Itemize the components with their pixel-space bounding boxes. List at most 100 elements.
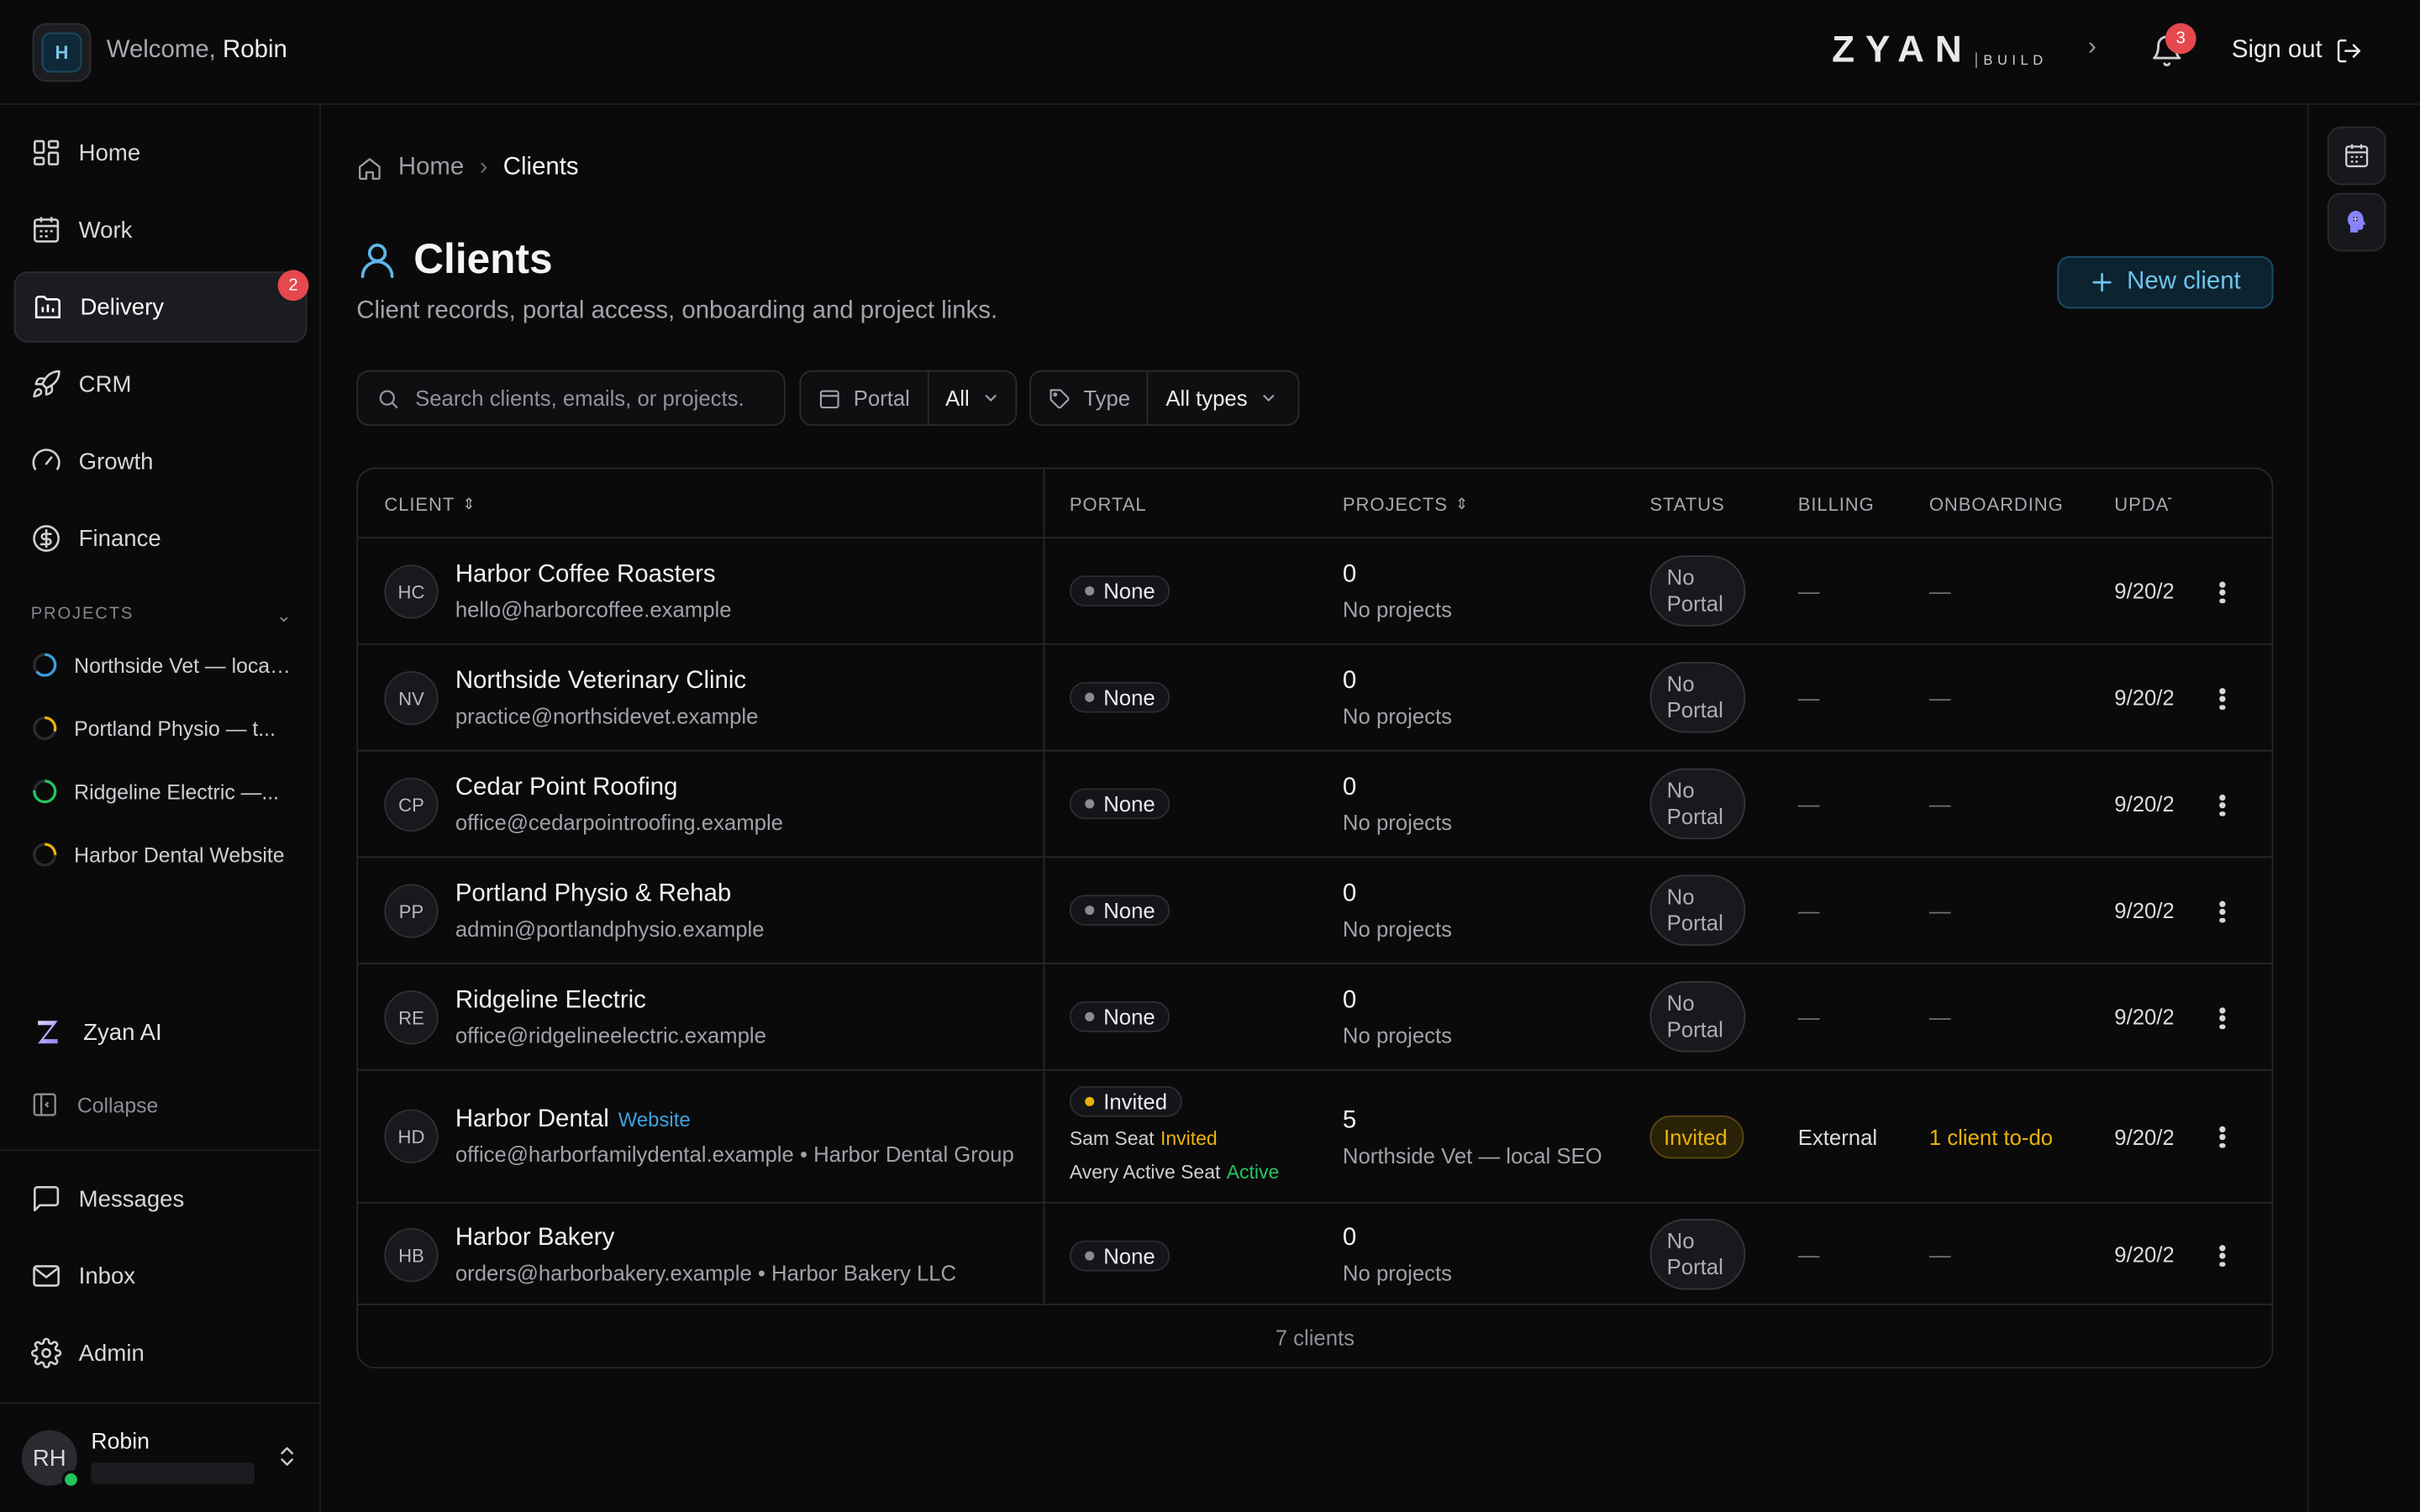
project-summary: No projects: [1342, 810, 1452, 835]
updated-date: 9/20/25: [2114, 1004, 2173, 1030]
billing-value: —: [1797, 578, 1820, 604]
table-row[interactable]: RE Ridgeline Electric office@ridgelineel…: [358, 964, 2272, 1071]
table-row[interactable]: PP Portland Physio & Rehab admin@portlan…: [358, 858, 2272, 964]
column-header-client[interactable]: CLIENT ⇕: [384, 494, 476, 516]
client-name[interactable]: Harbor Coffee Roasters: [455, 562, 716, 590]
ai-assistant-button[interactable]: [2327, 192, 2386, 252]
project-summary: No projects: [1342, 1260, 1452, 1285]
client-name[interactable]: Harbor Dental: [455, 1106, 609, 1132]
client-name[interactable]: Harbor Bakery: [455, 1225, 614, 1252]
status-text-line-2: Portal: [1666, 591, 1723, 616]
sidebar-project-item[interactable]: Northside Vet — local SEO: [31, 642, 293, 688]
table-row[interactable]: HD Harbor Dental Website office@harborfam…: [358, 1071, 2272, 1204]
portal-filter-label-group: Portal: [801, 371, 929, 425]
sidebar-item-crm[interactable]: CRM: [14, 349, 308, 419]
sidebar: Home Work Delivery 2 CRM Growth Finance …: [0, 104, 322, 1512]
column-header-label: PROJECTS: [1342, 493, 1448, 516]
row-actions-kebab-icon[interactable]: [2215, 791, 2230, 819]
column-header-status: STATUS: [1649, 494, 1724, 516]
sidebar-item-finance[interactable]: Finance: [14, 503, 308, 574]
logo-sub-text: BUILD: [1975, 52, 2047, 68]
project-count: 5: [1342, 1107, 1357, 1134]
sidebar-project-item[interactable]: Ridgeline Electric —...: [31, 769, 293, 815]
notification-count-badge: 3: [2165, 23, 2196, 55]
breadcrumb-home-link[interactable]: Home: [398, 155, 464, 182]
client-email: orders@harborbakery.example • Harbor Bak…: [455, 1260, 957, 1285]
zyan-ai-button[interactable]: Zyan AI: [31, 1016, 162, 1049]
collapse-label: Collapse: [76, 1093, 159, 1116]
workspace-switcher[interactable]: H: [32, 23, 92, 82]
table-row[interactable]: NV Northside Veterinary Clinic practice@…: [358, 645, 2272, 752]
sign-out-button[interactable]: Sign out: [2232, 37, 2363, 65]
column-header-onboarding: ONBOARDING: [1929, 494, 2064, 516]
clients-table: CLIENT ⇕ PORTAL PROJECTS ⇕ STATUS BILLING …: [356, 467, 2274, 1369]
project-count: 0: [1342, 987, 1357, 1014]
user-menu[interactable]: RH Robin: [21, 1422, 300, 1493]
sidebar-item-delivery[interactable]: Delivery 2: [13, 270, 309, 343]
portal-status-text: None: [1103, 791, 1155, 816]
status-text-line-1: No: [1666, 1228, 1695, 1253]
new-client-label: New client: [2127, 268, 2241, 295]
sidebar-project-item[interactable]: Harbor Dental Website: [31, 832, 293, 878]
row-actions-kebab-icon[interactable]: [2215, 1242, 2230, 1270]
sidebar-item-inbox[interactable]: Inbox: [14, 1241, 308, 1311]
type-filter-value: All types: [1165, 386, 1248, 411]
row-actions-kebab-icon[interactable]: [2215, 1005, 2230, 1032]
search-field[interactable]: [356, 370, 786, 426]
chevron-right-icon[interactable]: ›: [2088, 34, 2096, 61]
calendar-shortcut-button[interactable]: [2327, 126, 2386, 186]
chevron-down-icon[interactable]: ⌄: [276, 605, 293, 627]
client-email: office@ridgelineelectric.example: [455, 1022, 766, 1048]
type-filter-label: Type: [1083, 386, 1131, 411]
chevron-up-down-icon[interactable]: [275, 1444, 299, 1473]
app-root: H Welcome, Robin ZYAN BUILD › 3 Sign out…: [0, 0, 2420, 1512]
zyan-logo-icon: [38, 1021, 58, 1044]
table-row[interactable]: HC Harbor Coffee Roasters hello@harborco…: [358, 538, 2272, 645]
projects-section-header[interactable]: PROJECTS ⌄: [31, 605, 293, 627]
table-row[interactable]: CP Cedar Point Roofing office@cedarpoint…: [358, 751, 2272, 858]
sidebar-project-item[interactable]: Portland Physio — t...: [31, 705, 293, 751]
billing-value: —: [1797, 1004, 1820, 1030]
client-name[interactable]: Ridgeline Electric: [455, 987, 646, 1015]
projects-heading: PROJECTS: [30, 604, 134, 624]
sidebar-item-label: CRM: [78, 370, 132, 397]
sidebar-item-label: Delivery: [80, 293, 165, 321]
row-actions-kebab-icon[interactable]: [2215, 685, 2230, 712]
project-summary[interactable]: Northside Vet — local SEO: [1343, 1143, 1602, 1168]
sidebar-item-work[interactable]: Work: [14, 194, 308, 265]
brand-logo[interactable]: ZYAN BUILD: [1832, 30, 2048, 71]
search-input[interactable]: [415, 386, 771, 411]
client-name[interactable]: Cedar Point Roofing: [455, 774, 678, 802]
onboarding-value: —: [1928, 791, 1951, 816]
project-summary: No projects: [1342, 1022, 1452, 1048]
calendar-icon: [2345, 144, 2369, 168]
portal-filter-select[interactable]: All: [929, 386, 1018, 411]
collapse-sidebar-button[interactable]: Collapse: [31, 1091, 159, 1119]
table-row[interactable]: HB Harbor Bakery orders@harborbakery.exa…: [358, 1204, 2272, 1305]
type-filter-select[interactable]: All types: [1149, 386, 1295, 411]
sort-icon: ⇕: [1455, 496, 1470, 513]
onboarding-value[interactable]: 1 client to-do: [1929, 1125, 2053, 1149]
row-actions-kebab-icon[interactable]: [2215, 1123, 2230, 1151]
avatar-initials: RH: [32, 1445, 66, 1472]
row-actions-kebab-icon[interactable]: [2215, 579, 2230, 606]
client-name[interactable]: Northside Veterinary Clinic: [455, 668, 746, 696]
avatar: RH: [21, 1430, 81, 1489]
onboarding-value: —: [1928, 897, 1951, 923]
sidebar-item-growth[interactable]: Growth: [14, 426, 308, 496]
sidebar-item-home[interactable]: Home: [14, 118, 308, 188]
sidebar-item-label: Home: [78, 139, 141, 166]
client-name[interactable]: Portland Physio & Rehab: [455, 881, 731, 909]
status-dot: [1085, 906, 1095, 916]
row-actions-kebab-icon[interactable]: [2215, 898, 2230, 926]
dollar-circle-icon: [33, 525, 60, 552]
sidebar-item-admin[interactable]: Admin: [14, 1318, 308, 1389]
status-text-line-1: No: [1666, 990, 1695, 1016]
client-initials-avatar: NV: [384, 670, 439, 726]
project-count: 0: [1342, 880, 1357, 907]
column-header-projects[interactable]: PROJECTS ⇕: [1343, 494, 1469, 516]
portal-seat: Avery Active Seat Active: [1070, 1162, 1279, 1184]
sidebar-item-messages[interactable]: Messages: [14, 1163, 308, 1234]
status-badge: No Portal: [1649, 874, 1746, 946]
new-client-button[interactable]: New client: [2057, 255, 2274, 309]
